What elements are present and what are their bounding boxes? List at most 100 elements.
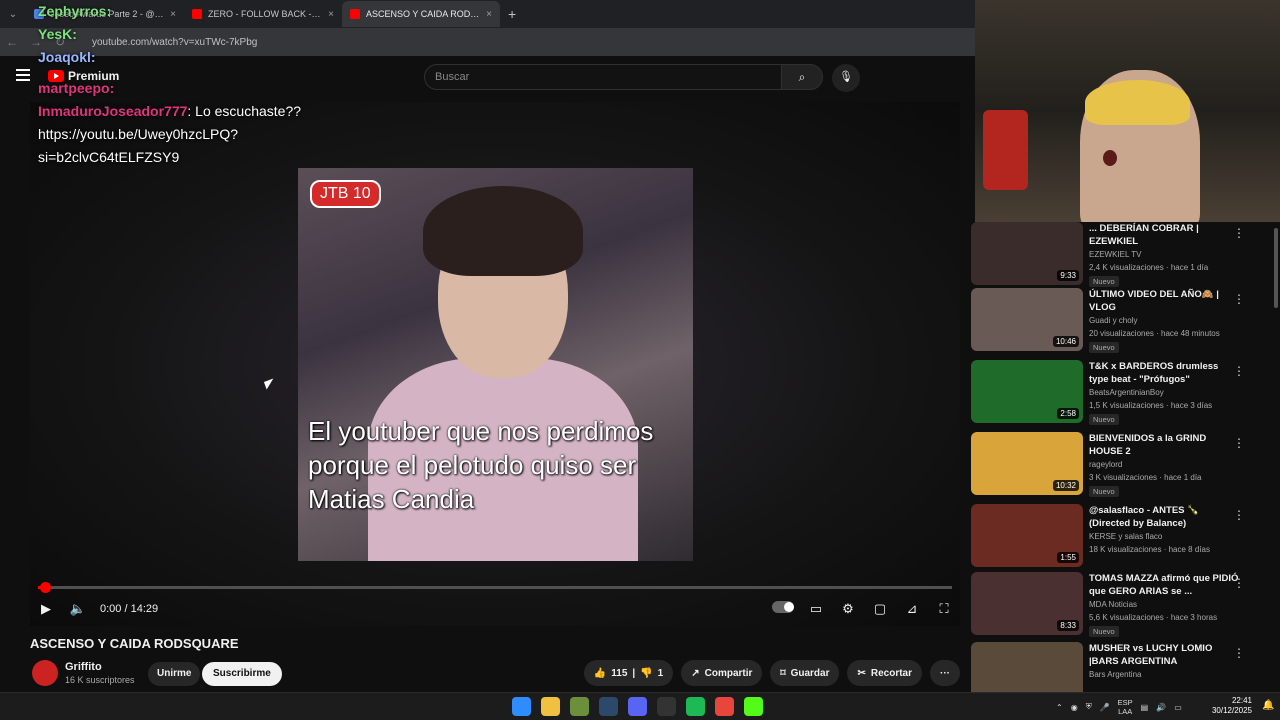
subscribe-button[interactable]: Suscribirme bbox=[202, 662, 282, 686]
dislike-icon[interactable]: 👎 bbox=[640, 668, 652, 679]
language-indicator[interactable]: ESP LAA bbox=[1118, 698, 1133, 716]
progress-bar[interactable] bbox=[38, 582, 952, 593]
explorer-icon[interactable] bbox=[541, 697, 560, 716]
mic-tray-icon[interactable]: 🎤 bbox=[1100, 703, 1110, 712]
more-actions-button[interactable]: ··· bbox=[930, 660, 960, 686]
mic-icon[interactable]: 🎙 bbox=[832, 64, 860, 92]
chat-user: Zephyrros: bbox=[38, 3, 112, 19]
chevron-up-icon[interactable]: ⌃ bbox=[1056, 703, 1063, 712]
video-title[interactable]: BIENVENIDOS a la GRIND HOUSE 2 bbox=[1089, 432, 1239, 458]
cast-icon[interactable]: ⊿ bbox=[896, 601, 928, 617]
more-options-icon[interactable]: ⋮ bbox=[1233, 646, 1245, 660]
back-icon[interactable]: ← bbox=[0, 35, 24, 49]
duration-badge: 8:33 bbox=[1057, 620, 1079, 631]
more-options-icon[interactable]: ⋮ bbox=[1233, 508, 1245, 522]
settings-icon[interactable]: ⚙ bbox=[832, 601, 864, 617]
save-button[interactable]: ⌑ Guardar bbox=[770, 660, 840, 686]
like-icon[interactable]: 👍 bbox=[594, 668, 606, 679]
volume-icon[interactable]: 🔈 bbox=[62, 601, 94, 617]
more-options-icon[interactable]: ⋮ bbox=[1233, 576, 1245, 590]
search-input[interactable]: Buscar bbox=[424, 64, 782, 90]
chat-line: InmaduroJoseador777: Lo escuchaste?? bbox=[38, 100, 301, 123]
dislike-count[interactable]: 1 bbox=[658, 668, 664, 679]
wifi-icon[interactable]: ▤ bbox=[1141, 703, 1149, 712]
more-options-icon[interactable]: ⋮ bbox=[1233, 292, 1245, 306]
video-thumbnail[interactable]: 9:33 bbox=[971, 222, 1083, 285]
jtb-badge: JTB 10 bbox=[310, 180, 381, 208]
spotify-icon[interactable] bbox=[686, 697, 705, 716]
video-player[interactable]: JTB 10 El youtuber que nos perdimos porq… bbox=[30, 102, 960, 626]
video-thumbnail[interactable]: 1:55 bbox=[971, 504, 1083, 567]
related-video-item[interactable]: 1:55 @salasflaco - ANTES 🍾 (Directed by B… bbox=[971, 504, 1271, 570]
close-icon[interactable]: × bbox=[328, 9, 334, 20]
close-icon[interactable]: × bbox=[486, 9, 492, 20]
video-title[interactable]: MUSHER vs LUCHY LOMIO |BARS ARGENTINA bbox=[1089, 642, 1239, 668]
chrome-icon[interactable] bbox=[715, 697, 734, 716]
fullscreen-icon[interactable]: ⛶ bbox=[928, 601, 960, 617]
steam-icon[interactable] bbox=[599, 697, 618, 716]
notification-bell-icon[interactable]: 🔔 bbox=[1262, 700, 1274, 711]
related-video-item[interactable]: 2:58 T&K x BARDEROS drumless type beat - … bbox=[971, 360, 1271, 426]
channel-name[interactable]: KERSE y salas flaco bbox=[1089, 532, 1162, 541]
more-options-icon[interactable]: ⋮ bbox=[1233, 364, 1245, 378]
play-icon[interactable]: ▶ bbox=[30, 601, 62, 617]
battery-icon[interactable]: ▭ bbox=[1174, 703, 1182, 712]
clock-date: 30/12/2025 bbox=[1211, 706, 1252, 715]
new-tab-button[interactable]: + bbox=[500, 6, 524, 22]
obs-icon[interactable] bbox=[657, 697, 676, 716]
search-icon[interactable]: ⌕ bbox=[781, 64, 823, 90]
related-video-item[interactable]: 10:46 ÚLTIMO VIDEO DEL AÑO🙈 | VLOG Guadi y… bbox=[971, 288, 1271, 354]
more-options-icon[interactable]: ⋮ bbox=[1233, 436, 1245, 450]
video-title[interactable]: ... DEBERÍAN COBRAR | EZEWKIEL bbox=[1089, 222, 1239, 248]
channel-name[interactable]: rageylord bbox=[1089, 460, 1122, 469]
channel-name[interactable]: MDA Noticias bbox=[1089, 600, 1137, 609]
like-dislike-pill: 👍 115 | 👎 1 bbox=[583, 660, 674, 686]
duration-badge: 2:58 bbox=[1057, 408, 1079, 419]
clip-button[interactable]: ✂ Recortar bbox=[847, 660, 922, 686]
channel-name[interactable]: EZEWKIEL TV bbox=[1089, 250, 1141, 259]
related-video-item[interactable]: 10:32 BIENVENIDOS a la GRIND HOUSE 2 ragey… bbox=[971, 432, 1271, 498]
video-title[interactable]: ÚLTIMO VIDEO DEL AÑO🙈 | VLOG bbox=[1089, 288, 1239, 314]
video-thumbnail[interactable]: 2:58 bbox=[971, 360, 1083, 423]
speaker-icon[interactable]: 🔊 bbox=[1156, 703, 1166, 712]
chat-line: si=b2clvC64tELFZSY9 bbox=[38, 146, 301, 169]
new-badge: Nuevo bbox=[1089, 626, 1119, 637]
autoplay-toggle[interactable] bbox=[772, 601, 794, 613]
channel-name[interactable]: Guadi y choly bbox=[1089, 316, 1137, 325]
theater-mode-icon[interactable]: ▢ bbox=[864, 601, 896, 617]
video-thumbnail[interactable]: 10:32 bbox=[971, 432, 1083, 495]
avatar[interactable] bbox=[32, 660, 58, 686]
video-title[interactable]: T&K x BARDEROS drumless type beat - "Pró… bbox=[1089, 360, 1239, 386]
shield-icon[interactable]: ⛨ bbox=[1086, 702, 1092, 712]
subtitles-icon[interactable]: ▭ bbox=[800, 601, 832, 617]
windows-icon[interactable] bbox=[512, 697, 531, 716]
channel-name[interactable]: Griffito bbox=[65, 661, 102, 673]
channel-name[interactable]: BeatsArgentinianBoy bbox=[1089, 388, 1164, 397]
progress-knob[interactable] bbox=[40, 582, 51, 593]
video-meta: 1,5 K visualizaciones · hace 3 días bbox=[1089, 401, 1213, 410]
new-badge: Nuevo bbox=[1089, 486, 1119, 497]
join-button[interactable]: Unirme bbox=[148, 662, 201, 686]
tab-search-icon[interactable]: ⌄ bbox=[0, 9, 26, 20]
video-thumbnail[interactable] bbox=[971, 642, 1083, 692]
share-button[interactable]: ↗ Compartir bbox=[681, 660, 763, 686]
tab-ascenso-y-caida[interactable]: ASCENSO Y CAIDA RODSQUARE × bbox=[342, 1, 500, 27]
video-title[interactable]: @salasflaco - ANTES 🍾 (Directed by Balan… bbox=[1089, 504, 1239, 530]
network-icon[interactable]: ◉ bbox=[1071, 703, 1078, 712]
app-icon[interactable] bbox=[570, 697, 589, 716]
related-video-item[interactable]: MUSHER vs LUCHY LOMIO |BARS ARGENTINA Bar… bbox=[971, 642, 1271, 692]
video-thumbnail[interactable]: 10:46 bbox=[971, 288, 1083, 351]
clock[interactable]: 22:41 30/12/2025 bbox=[1206, 696, 1252, 716]
video-title[interactable]: TOMAS MAZZA afirmó que PIDIÓ que GERO AR… bbox=[1089, 572, 1239, 598]
more-options-icon[interactable]: ⋮ bbox=[1233, 226, 1245, 240]
discord-icon[interactable] bbox=[628, 697, 647, 716]
kick-icon[interactable] bbox=[744, 697, 763, 716]
video-thumbnail[interactable]: 8:33 bbox=[971, 572, 1083, 635]
like-count[interactable]: 115 bbox=[611, 668, 627, 679]
channel-name[interactable]: Bars Argentina bbox=[1089, 670, 1141, 679]
menu-icon[interactable] bbox=[16, 69, 30, 81]
scrollbar[interactable] bbox=[1274, 228, 1278, 308]
related-video-item[interactable]: 8:33 TOMAS MAZZA afirmó que PIDIÓ que GER… bbox=[971, 572, 1271, 638]
duration-badge: 1:55 bbox=[1057, 552, 1079, 563]
related-video-item[interactable]: 9:33 ... DEBERÍAN COBRAR | EZEWKIEL EZEWKI… bbox=[971, 222, 1271, 288]
